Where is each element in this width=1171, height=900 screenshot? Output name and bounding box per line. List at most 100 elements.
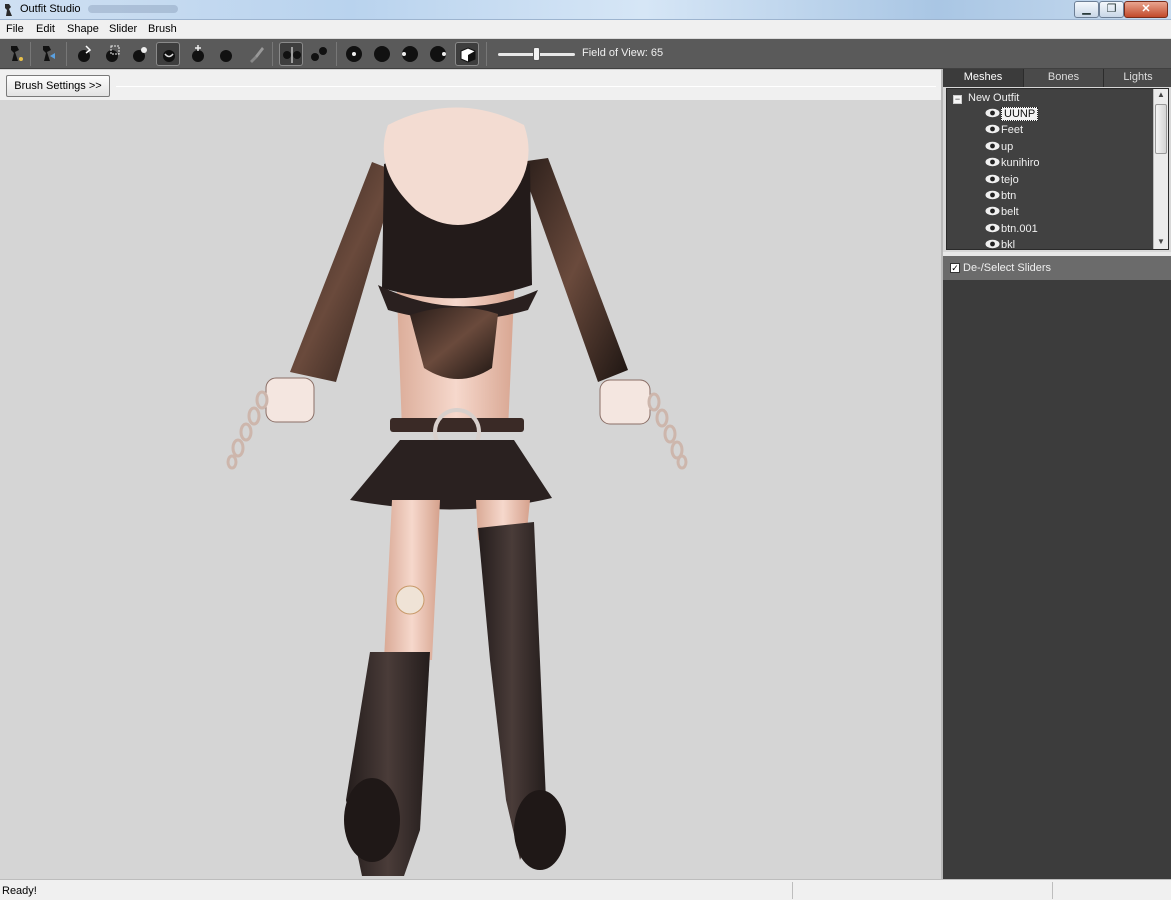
skirt — [350, 440, 552, 510]
brush-settings-divider — [116, 86, 936, 87]
maximize-button[interactable]: ❐ — [1099, 1, 1124, 18]
brush-standard-icon — [78, 45, 92, 62]
mesh-item-label: UUNP — [1001, 107, 1039, 121]
eye-icon[interactable] — [985, 141, 1000, 151]
fov-label: Field of View: 65 — [582, 47, 664, 59]
eye-icon[interactable] — [985, 174, 1000, 184]
mesh-item[interactable]: kunihiro — [985, 157, 1040, 173]
brush-settings-button[interactable]: Brush Settings >> — [6, 75, 110, 97]
view-left-icon — [402, 46, 418, 62]
view-front-icon — [346, 46, 362, 62]
view-back-button[interactable] — [370, 42, 394, 66]
status-text: Ready! — [2, 885, 37, 897]
view-left-button[interactable] — [398, 42, 422, 66]
brush-weight-button[interactable] — [244, 42, 268, 66]
3d-viewport[interactable] — [0, 100, 941, 879]
fov-slider-thumb[interactable] — [533, 47, 540, 61]
window-title: Outfit Studio — [20, 3, 81, 15]
eye-icon[interactable] — [985, 239, 1000, 249]
brush-mask-icon — [106, 45, 120, 62]
mesh-item[interactable]: belt — [985, 206, 1019, 222]
app-icon — [5, 4, 12, 16]
belt — [390, 418, 524, 432]
view-front-button[interactable] — [342, 42, 366, 66]
brush-mask-button[interactable] — [100, 42, 124, 66]
view-right-button[interactable] — [426, 42, 450, 66]
slider-list — [943, 280, 1171, 879]
left-thigh — [384, 500, 440, 660]
x-mirror-button[interactable] — [279, 42, 303, 66]
menu-edit[interactable]: Edit — [36, 23, 55, 35]
mesh-item-label: tejo — [1001, 173, 1019, 186]
minimize-button[interactable]: ▁ — [1074, 1, 1099, 18]
scroll-down-icon[interactable]: ▼ — [1157, 237, 1165, 246]
view-right-icon — [430, 46, 446, 62]
toolbar: Field of View: 65 — [0, 39, 1171, 69]
eye-icon[interactable] — [985, 206, 1000, 216]
brush-inflate-button[interactable] — [128, 42, 152, 66]
eye-icon[interactable] — [985, 108, 1000, 118]
tree-root[interactable]: − New Outfit — [953, 92, 1019, 104]
mesh-item[interactable]: btn — [985, 190, 1016, 206]
menu-slider[interactable]: Slider — [109, 23, 137, 35]
brush-smooth-icon — [220, 50, 232, 62]
toolbar-separator — [30, 42, 31, 66]
menu-file[interactable]: File — [6, 23, 24, 35]
menu-brush[interactable]: Brush — [148, 23, 177, 35]
connected-icon — [311, 47, 327, 61]
brush-standard-button[interactable] — [72, 42, 96, 66]
mirror-icon — [283, 47, 301, 63]
toolbar-separator — [272, 42, 273, 66]
title-suffix-blur — [88, 5, 178, 13]
mesh-tree-scrollbar[interactable]: ▲ ▼ — [1153, 89, 1168, 249]
mesh-item-label: Feet — [1001, 124, 1024, 137]
eye-icon[interactable] — [985, 223, 1000, 233]
restore-icon: ❐ — [1106, 3, 1117, 15]
brush-move-button[interactable] — [186, 42, 210, 66]
transform-tool-button[interactable] — [36, 42, 60, 66]
eye-icon[interactable] — [985, 124, 1000, 134]
tab-lights[interactable]: Lights — [1104, 69, 1171, 87]
close-button[interactable]: ✕ — [1124, 1, 1168, 18]
perspective-toggle-button[interactable] — [455, 42, 479, 66]
mesh-item[interactable]: tejo — [985, 174, 1019, 190]
left-cuff — [265, 377, 315, 423]
brush-deflate-button[interactable] — [156, 42, 180, 66]
mesh-item[interactable]: UUNP — [985, 107, 1039, 124]
mesh-item-label: up — [1001, 140, 1014, 153]
toolbar-separator — [336, 42, 337, 66]
mesh-item[interactable]: Feet — [985, 124, 1023, 140]
brush-smooth-button[interactable] — [214, 42, 238, 66]
select-pointer-icon — [11, 46, 23, 61]
eye-icon[interactable] — [985, 157, 1000, 167]
title-bar: Outfit Studio ▁ ❐ ✕ — [0, 0, 1171, 20]
deselect-sliders-checkbox[interactable]: ✓ — [950, 263, 960, 273]
connected-only-button[interactable] — [307, 42, 331, 66]
panel-tabs: Meshes Bones Lights — [943, 69, 1171, 87]
mesh-item[interactable]: btn.001 — [985, 223, 1038, 239]
mesh-item[interactable]: bkl — [985, 239, 1015, 249]
tab-meshes[interactable]: Meshes — [943, 69, 1024, 87]
mesh-item-label: btn.001 — [1001, 222, 1038, 235]
menu-shape[interactable]: Shape — [67, 23, 99, 35]
tab-bones[interactable]: Bones — [1024, 69, 1104, 87]
right-cuff — [599, 379, 651, 425]
right-panel: Meshes Bones Lights − New Outfit UUNP Feet… — [941, 69, 1171, 879]
select-tool-button[interactable] — [4, 42, 28, 66]
minimize-icon: ▁ — [1082, 3, 1091, 15]
collapse-icon[interactable]: − — [953, 95, 962, 104]
mesh-item[interactable]: up — [985, 141, 1013, 157]
cube-icon — [460, 47, 476, 63]
mesh-item-label: belt — [1001, 206, 1019, 219]
menu-bar: File Edit Shape Slider Brush — [0, 20, 1171, 39]
left-arm-tattoo — [290, 162, 398, 382]
status-divider — [792, 882, 793, 899]
scroll-up-icon[interactable]: ▲ — [1157, 90, 1165, 99]
transform-icon — [43, 46, 55, 61]
leg-skull-tattoo — [395, 585, 425, 615]
character-model-render — [226, 107, 688, 876]
brush-inflate-icon — [133, 47, 147, 62]
eye-icon[interactable] — [985, 190, 1000, 200]
deselect-sliders-label[interactable]: De-/Select Sliders — [963, 262, 1051, 274]
scroll-thumb[interactable] — [1155, 104, 1167, 154]
